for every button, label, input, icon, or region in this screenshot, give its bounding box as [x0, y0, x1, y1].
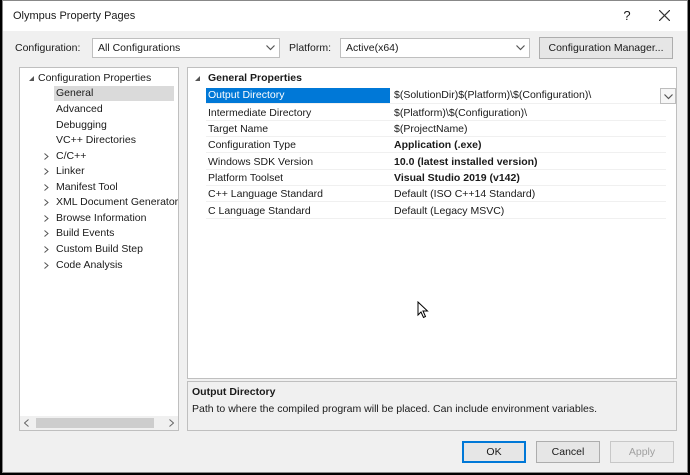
property-value-dropdown[interactable]	[660, 88, 676, 104]
chevron-down-icon	[516, 45, 525, 51]
tree-item-label: Advanced	[56, 103, 103, 115]
tree-item-manifest-tool[interactable]: Manifest Tool	[44, 180, 118, 195]
tree-root[interactable]: Configuration Properties	[29, 71, 152, 86]
property-pages-window: Olympus Property Pages ? Configuration: …	[2, 0, 688, 473]
tree-item-xml-document-generator[interactable]: XML Document Generator	[44, 195, 179, 210]
property-value[interactable]: $(Platform)\$(Configuration)\	[394, 107, 527, 119]
tree-item-label: Browse Information	[56, 212, 147, 224]
scroll-left-icon[interactable]	[24, 419, 29, 427]
property-row-intermediate-directory[interactable]: Intermediate Directory $(Platform)\$(Con…	[206, 105, 666, 121]
description-text: Path to where the compiled program will …	[192, 403, 598, 415]
tree-item-general[interactable]: General	[54, 86, 174, 101]
property-row-output-directory[interactable]: Output Directory $(SolutionDir)$(Platfor…	[206, 88, 666, 104]
close-icon	[659, 10, 670, 21]
expand-icon[interactable]	[44, 246, 49, 253]
expand-icon[interactable]	[44, 215, 49, 222]
tree-item-label: XML Document Generator	[56, 196, 179, 208]
close-button[interactable]	[653, 5, 677, 27]
tree-item-cpp[interactable]: C/C++	[44, 149, 87, 164]
category-header[interactable]: General Properties	[188, 72, 676, 86]
tree-item-code-analysis[interactable]: Code Analysis	[44, 258, 123, 273]
tree-item-build-events[interactable]: Build Events	[44, 226, 115, 241]
property-value[interactable]: Default (ISO C++14 Standard)	[394, 188, 535, 200]
scroll-right-icon[interactable]	[169, 419, 174, 427]
property-tree: Configuration Properties General Advance…	[19, 67, 179, 431]
property-name: C++ Language Standard	[208, 188, 324, 200]
property-value[interactable]: Visual Studio 2019 (v142)	[394, 172, 520, 184]
property-grid: General Properties Output Directory $(So…	[187, 67, 677, 379]
property-name: Intermediate Directory	[208, 107, 312, 119]
property-row-configuration-type[interactable]: Configuration Type Application (.exe)	[206, 137, 666, 153]
tree-item-label: Debugging	[56, 119, 107, 131]
tree-item-browse-information[interactable]: Browse Information	[44, 211, 147, 226]
collapse-icon[interactable]	[28, 75, 35, 82]
help-button[interactable]: ?	[615, 5, 639, 27]
description-panel: Output Directory Path to where the compi…	[187, 381, 677, 431]
tree-horizontal-scrollbar[interactable]	[20, 416, 178, 430]
expand-icon[interactable]	[44, 153, 49, 160]
platform-value: Active(x64)	[346, 42, 399, 54]
configuration-manager-button[interactable]: Configuration Manager...	[539, 37, 673, 59]
property-value[interactable]: Application (.exe)	[394, 139, 482, 151]
property-name: Target Name	[208, 123, 269, 135]
tree-item-custom-build-step[interactable]: Custom Build Step	[44, 242, 143, 257]
tree-item-label: C/C++	[56, 150, 87, 162]
tree-item-label: Custom Build Step	[56, 243, 143, 255]
expand-icon[interactable]	[44, 168, 49, 175]
tree-root-label: Configuration Properties	[38, 72, 152, 84]
property-name: Windows SDK Version	[208, 156, 314, 168]
ok-button[interactable]: OK	[462, 441, 526, 463]
tree-item-label: VC++ Directories	[56, 134, 136, 146]
mouse-cursor-icon	[417, 301, 429, 319]
window-title: Olympus Property Pages	[13, 10, 136, 22]
tree-item-label: Manifest Tool	[56, 181, 118, 193]
cancel-button[interactable]: Cancel	[536, 441, 600, 463]
expand-icon[interactable]	[44, 262, 49, 269]
property-value[interactable]: Default (Legacy MSVC)	[394, 205, 504, 217]
tree-item-label: Build Events	[56, 227, 115, 239]
expand-icon[interactable]	[44, 230, 49, 237]
property-row-platform-toolset[interactable]: Platform Toolset Visual Studio 2019 (v14…	[206, 170, 666, 186]
property-value[interactable]: $(SolutionDir)$(Platform)\$(Configuratio…	[394, 88, 591, 103]
configuration-dropdown[interactable]: All Configurations	[92, 38, 280, 58]
apply-button[interactable]: Apply	[610, 441, 674, 463]
tree-item-label: Code Analysis	[56, 259, 123, 271]
tree-item-linker[interactable]: Linker	[44, 164, 85, 179]
property-name: Platform Toolset	[208, 172, 284, 184]
property-name: Configuration Type	[208, 139, 296, 151]
description-title: Output Directory	[192, 386, 276, 398]
property-row-windows-sdk-version[interactable]: Windows SDK Version 10.0 (latest install…	[206, 154, 666, 170]
category-title: General Properties	[208, 72, 302, 84]
tree-item-debugging[interactable]: Debugging	[56, 118, 107, 133]
tree-item-label: Linker	[56, 165, 85, 177]
tree-item-vc-directories[interactable]: VC++ Directories	[56, 133, 136, 148]
tree-item-label: General	[56, 87, 94, 99]
configuration-value: All Configurations	[98, 42, 181, 54]
property-value[interactable]: 10.0 (latest installed version)	[394, 156, 538, 168]
property-row-c-language-standard[interactable]: C Language Standard Default (Legacy MSVC…	[206, 203, 666, 219]
chevron-down-icon	[266, 45, 275, 51]
property-row-target-name[interactable]: Target Name $(ProjectName)	[206, 121, 666, 137]
expand-icon[interactable]	[44, 184, 49, 191]
property-row-cpp-language-standard[interactable]: C++ Language Standard Default (ISO C++14…	[206, 186, 666, 202]
platform-label: Platform:	[289, 42, 332, 54]
collapse-icon[interactable]	[194, 75, 201, 82]
tree-item-advanced[interactable]: Advanced	[56, 102, 103, 117]
property-name: Output Directory	[206, 88, 390, 103]
property-name: C Language Standard	[208, 205, 311, 217]
title-bar: Olympus Property Pages ?	[3, 1, 687, 31]
configuration-label: Configuration:	[15, 42, 81, 54]
scrollbar-thumb[interactable]	[36, 418, 154, 428]
chevron-down-icon	[664, 94, 673, 100]
property-value[interactable]: $(ProjectName)	[394, 123, 468, 135]
expand-icon[interactable]	[44, 199, 49, 206]
platform-dropdown[interactable]: Active(x64)	[340, 38, 530, 58]
